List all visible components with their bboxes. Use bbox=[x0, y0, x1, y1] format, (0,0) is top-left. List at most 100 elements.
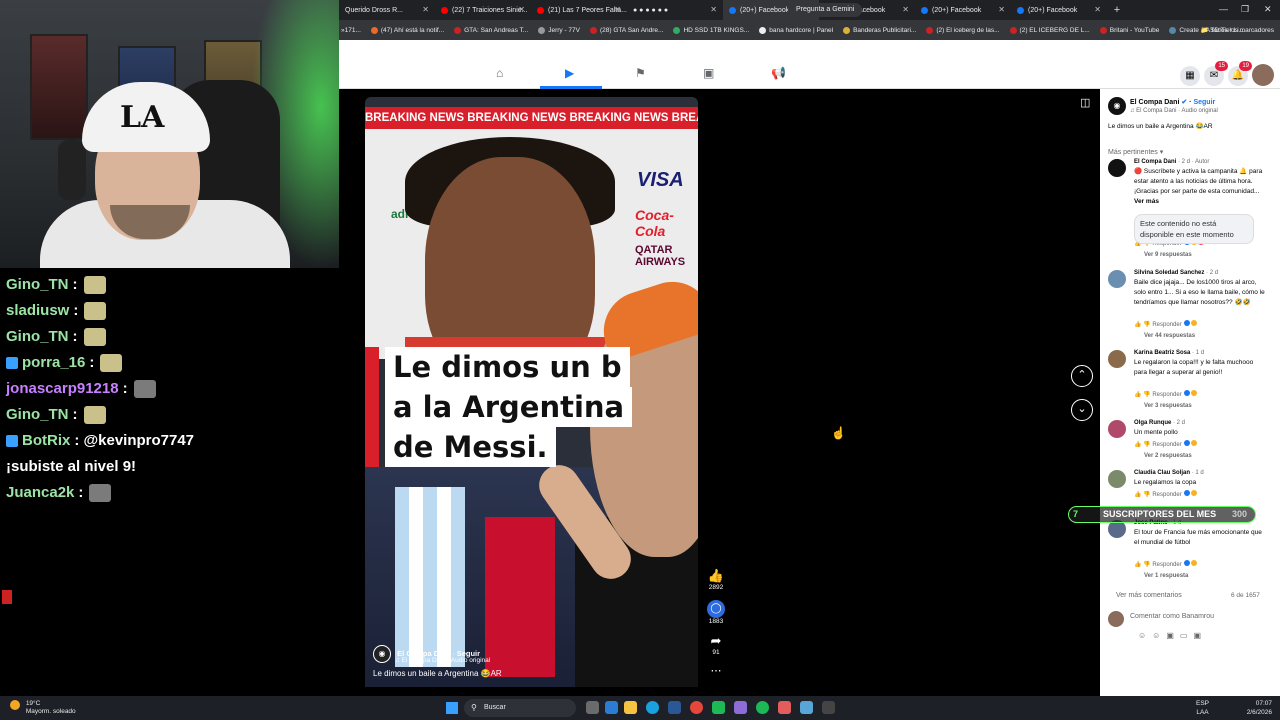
comment-action[interactable]: ◯ 1883 bbox=[703, 600, 729, 625]
commenter-name[interactable]: Karina Beatriz Sosa bbox=[1134, 350, 1190, 356]
bookmark-item[interactable]: Banderas Publicitari... bbox=[843, 26, 916, 34]
store-icon[interactable] bbox=[668, 701, 681, 714]
follow-link[interactable]: Seguir bbox=[1193, 99, 1215, 106]
browser-tab[interactable]: (22) 7 Traiciones Sinie... ✕ bbox=[435, 0, 531, 20]
view-replies-link[interactable]: Ver 9 respuestas bbox=[1144, 252, 1192, 258]
reel-author-avatar[interactable]: ◉ bbox=[373, 645, 391, 663]
browser-tab[interactable]: ● ● ● ● ● ● ✕ bbox=[627, 0, 723, 20]
bookmark-overflow[interactable]: »171... bbox=[341, 27, 361, 34]
browser-tab[interactable]: (20+) Facebook ✕ bbox=[1011, 0, 1107, 20]
share-icon[interactable]: ➦ bbox=[703, 633, 729, 649]
start-icon[interactable] bbox=[446, 702, 458, 714]
audio-link[interactable]: ♫ El Compa Dani · Audio original bbox=[1130, 108, 1218, 114]
sticker-icon[interactable]: ☺ bbox=[1138, 631, 1152, 640]
share-action[interactable]: ➦ 91 bbox=[703, 633, 729, 656]
reel-audio[interactable]: ♫ El Compa Dani · Audio original bbox=[395, 657, 490, 664]
expand-icon[interactable]: ◫ bbox=[1080, 96, 1090, 109]
commenter-avatar[interactable] bbox=[1108, 159, 1126, 177]
restore-icon[interactable]: ❐ bbox=[1241, 4, 1249, 15]
weather-widget[interactable]: 19°C Mayorm. soleado bbox=[10, 700, 76, 716]
comment-like-icon[interactable]: 👍 bbox=[1134, 322, 1141, 328]
clock[interactable]: 07:07 2/6/2026 bbox=[1247, 699, 1272, 717]
reply-link[interactable]: Responder bbox=[1152, 322, 1181, 328]
chat-username[interactable]: porra_16 bbox=[22, 350, 85, 376]
app-icon[interactable] bbox=[712, 701, 725, 714]
comment-icon[interactable]: ◯ bbox=[707, 600, 725, 618]
previous-reel-button[interactable]: ⌃ bbox=[1071, 365, 1093, 387]
explorer-icon[interactable] bbox=[624, 701, 637, 714]
browser-tab[interactable]: Querido Dross R... ✕ bbox=[339, 0, 435, 20]
messenger-icon[interactable]: ✉ 15 bbox=[1204, 61, 1228, 86]
commenter-avatar[interactable] bbox=[1108, 270, 1126, 288]
app-icon[interactable] bbox=[778, 701, 791, 714]
close-window-icon[interactable]: ✕ bbox=[1264, 4, 1272, 15]
chat-username[interactable]: Juanca2k bbox=[6, 480, 74, 506]
bookmark-item[interactable]: Britani - YouTube bbox=[1099, 26, 1159, 34]
pages-flag-icon[interactable]: ⚑ bbox=[635, 66, 646, 80]
chat-username[interactable]: jonascarp91218 bbox=[6, 376, 119, 402]
profile-avatar[interactable] bbox=[1252, 64, 1274, 86]
chrome-icon[interactable] bbox=[690, 701, 703, 714]
task-view-icon[interactable] bbox=[586, 701, 599, 714]
sort-dropdown[interactable]: Más pertinentes ▾ bbox=[1108, 148, 1163, 156]
tab-close-icon[interactable]: ✕ bbox=[422, 5, 429, 14]
bookmark-item[interactable]: bana hardcore | Panel bbox=[759, 26, 833, 34]
next-reel-button[interactable]: ⌄ bbox=[1071, 399, 1093, 421]
browser-tab[interactable]: (20+) Facebook ✕ bbox=[915, 0, 1011, 20]
tab-close-icon[interactable]: ✕ bbox=[710, 5, 717, 14]
comment-dislike-icon[interactable]: 👎 bbox=[1143, 562, 1150, 568]
tab-close-icon[interactable]: ✕ bbox=[902, 5, 909, 14]
commenter-avatar[interactable] bbox=[1108, 470, 1126, 488]
home-icon[interactable]: ⌂ bbox=[496, 66, 503, 80]
avatar-sticker-icon[interactable]: ▣ bbox=[1193, 631, 1207, 640]
bookmark-item[interactable]: GTA: San Andreas T... bbox=[454, 26, 528, 34]
language-indicator[interactable]: ESP LAA bbox=[1196, 699, 1209, 717]
tab-close-icon[interactable]: ✕ bbox=[1094, 5, 1101, 14]
comment-dislike-icon[interactable]: 👎 bbox=[1143, 492, 1150, 498]
like-icon[interactable]: 👍 bbox=[703, 568, 729, 584]
tab-close-icon[interactable]: ✕ bbox=[998, 5, 1005, 14]
commenter-avatar[interactable] bbox=[1108, 350, 1126, 368]
commenter-name[interactable]: El Compa Dani bbox=[1134, 159, 1176, 165]
view-replies-link[interactable]: Ver 2 respuestas bbox=[1144, 453, 1192, 459]
more-options-icon[interactable]: ⋯ bbox=[703, 664, 729, 677]
reply-link[interactable]: Responder bbox=[1152, 492, 1181, 498]
taskbar-search[interactable]: ⚲ Buscar bbox=[464, 699, 576, 717]
comment-dislike-icon[interactable]: 👎 bbox=[1143, 322, 1150, 328]
notifications-icon[interactable]: 🔔 19 bbox=[1228, 61, 1252, 86]
see-more-link[interactable]: Ver más bbox=[1134, 198, 1159, 205]
app-icon[interactable] bbox=[800, 701, 813, 714]
comment-like-icon[interactable]: 👍 bbox=[1134, 392, 1141, 398]
emoji-icon[interactable]: ☺ bbox=[1152, 631, 1166, 640]
bookmark-item[interactable]: (2) EL ICEBERG DE L... bbox=[1009, 26, 1090, 34]
comment-like-icon[interactable]: 👍 bbox=[1134, 562, 1141, 568]
commenter-name[interactable]: Olga Runque bbox=[1134, 420, 1171, 426]
marketplace-icon[interactable]: ▣ bbox=[703, 66, 714, 80]
author-name[interactable]: El Compa Dani bbox=[1130, 99, 1179, 106]
chat-username[interactable]: Gino_TN bbox=[6, 272, 69, 298]
spotify-icon[interactable] bbox=[756, 701, 769, 714]
commenter-avatar[interactable] bbox=[1108, 420, 1126, 438]
app-icon[interactable] bbox=[734, 701, 747, 714]
reel-video[interactable]: VISA Coca-Cola QATAR AIRWAYS adidas BREA… bbox=[365, 97, 698, 687]
chat-username[interactable]: Gino_TN bbox=[6, 402, 69, 428]
comment-dislike-icon[interactable]: 👎 bbox=[1143, 392, 1150, 398]
gemini-button[interactable]: Pregunta a Gemini bbox=[788, 3, 863, 17]
bookmark-item[interactable]: Jerry - 77V bbox=[538, 26, 580, 34]
megaphone-icon[interactable]: 📢 bbox=[771, 66, 786, 80]
reply-link[interactable]: Responder bbox=[1152, 392, 1181, 398]
chat-username[interactable]: Gino_TN bbox=[6, 324, 69, 350]
gif-icon[interactable]: ▭ bbox=[1180, 631, 1194, 640]
author-avatar[interactable]: ◉ bbox=[1108, 97, 1126, 115]
tab-close-icon[interactable]: ✕ bbox=[518, 5, 525, 14]
like-action[interactable]: 👍 2892 bbox=[703, 568, 729, 591]
commenter-name[interactable]: Silvina Soledad Sanchez bbox=[1134, 270, 1204, 276]
view-replies-link[interactable]: Ver 1 respuesta bbox=[1144, 573, 1188, 579]
commenter-name[interactable]: Claudia Clau Soljan bbox=[1134, 470, 1190, 476]
comment-input[interactable]: Comentar como Banamrou bbox=[1130, 613, 1214, 620]
menu-grid-icon[interactable]: ▦ bbox=[1180, 66, 1200, 86]
browser-tab[interactable]: (21) Las 7 Peores Falta... ✕ bbox=[531, 0, 627, 20]
comment-like-icon[interactable]: 👍 bbox=[1134, 492, 1141, 498]
comment-like-icon[interactable]: 👍 bbox=[1134, 442, 1141, 448]
minimize-icon[interactable]: — bbox=[1219, 4, 1228, 14]
